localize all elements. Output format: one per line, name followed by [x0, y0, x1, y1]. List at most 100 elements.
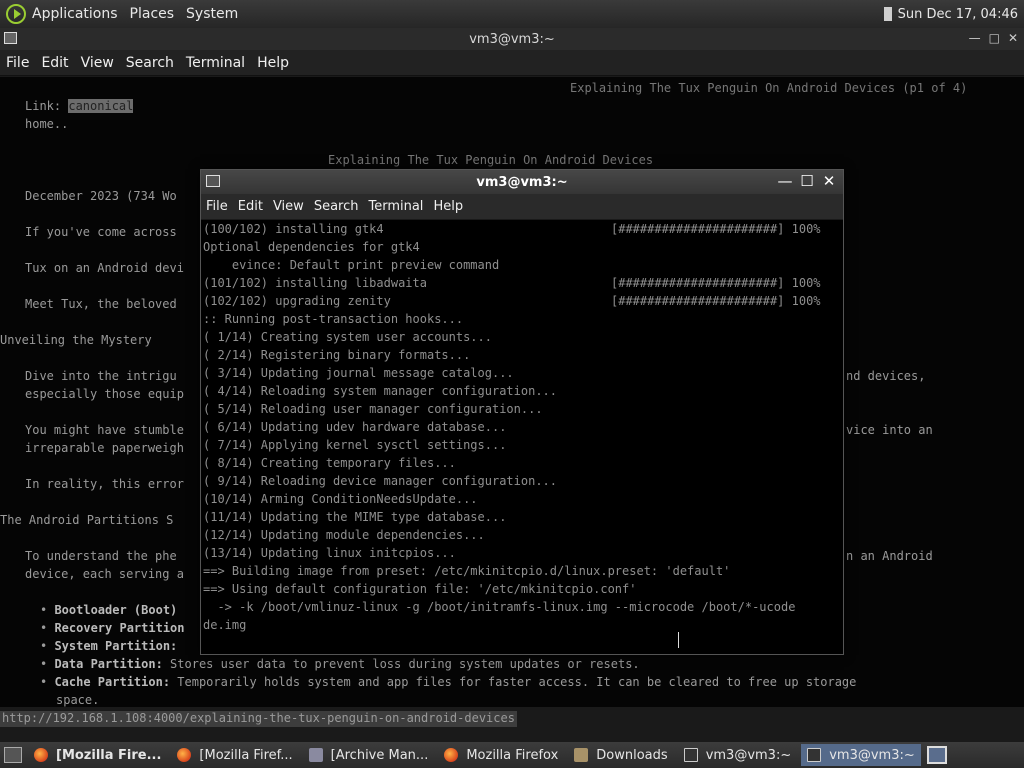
terminal-line: ( 7/14) Applying kernel sysctl settings.…: [203, 438, 507, 452]
section-heading: The Android Partitions S: [0, 513, 174, 527]
fg-terminal-content[interactable]: (100/102) installing gtk4 [#############…: [201, 220, 843, 654]
menu-file[interactable]: File: [6, 55, 29, 71]
progress-bar: [######################] 100%: [611, 276, 821, 290]
close-icon[interactable]: ✕: [821, 172, 837, 190]
terminal-line: ( 6/14) Updating udev hardware database.…: [203, 420, 507, 434]
firefox-icon: [34, 748, 48, 762]
terminal-line: -> -k /boot/vmlinuz-linux -g /boot/initr…: [203, 600, 796, 614]
progress-bar: [######################] 100%: [611, 222, 821, 236]
task-firefox-1[interactable]: [Mozilla Fire...: [28, 744, 167, 766]
canonical-link[interactable]: canonical: [68, 99, 134, 113]
terminal-icon: [683, 748, 698, 762]
home-link[interactable]: home..: [25, 117, 68, 131]
task-downloads[interactable]: Downloads: [568, 744, 673, 766]
text-line: irreparable paperweigh: [25, 441, 184, 455]
terminal-line: Optional dependencies for gtk4: [203, 240, 420, 254]
terminal-line: de.img: [203, 618, 247, 632]
task-archive-manager[interactable]: [Archive Man...: [303, 744, 435, 766]
terminal-line: (10/14) Arming ConditionNeedsUpdate...: [203, 492, 478, 506]
firefox-icon: [444, 748, 459, 762]
terminal-window-icon[interactable]: [206, 175, 220, 187]
page-header: Explaining The Tux Penguin On Android De…: [570, 81, 968, 95]
terminal-line: :: Running post-transaction hooks...: [203, 312, 464, 326]
fg-window-controls: — ☐ ✕: [777, 172, 837, 190]
applications-menu[interactable]: Applications: [32, 6, 118, 22]
terminal-line: ==> Using default configuration file: '/…: [203, 582, 637, 596]
battery-icon[interactable]: [883, 7, 892, 21]
list-item: • Cache Partition: Temporarily holds sys…: [40, 675, 857, 689]
task-terminal-1[interactable]: vm3@vm3:~: [678, 744, 798, 766]
workspace-switcher-icon[interactable]: [926, 746, 947, 764]
terminal-line: ( 9/14) Reloading device manager configu…: [203, 474, 558, 488]
list-item: • Data Partition: Stores user data to pr…: [40, 657, 640, 671]
minimize-icon[interactable]: —: [777, 172, 793, 190]
firefox-icon: [177, 748, 192, 762]
clock[interactable]: Sun Dec 17, 04:46: [898, 7, 1018, 22]
text-line: especially those equip: [25, 387, 184, 401]
list-item: • Bootloader (Boot): [40, 603, 178, 617]
text-line: December 2023 (734 Wo: [25, 189, 177, 203]
menu-help[interactable]: Help: [257, 55, 289, 71]
menu-view[interactable]: View: [81, 55, 114, 71]
fg-window-menubar: File Edit View Search Terminal Help: [201, 194, 843, 220]
fg-terminal-window[interactable]: vm3@vm3:~ — ☐ ✕ File Edit View Search Te…: [200, 169, 844, 655]
bg-window-controls: — □ ✕: [969, 31, 1018, 45]
task-firefox-3[interactable]: Mozilla Firefox: [438, 744, 564, 766]
terminal-line: (12/14) Updating module dependencies...: [203, 528, 485, 542]
text-line: Tux on an Android devi: [25, 261, 184, 275]
menu-edit[interactable]: Edit: [41, 55, 68, 71]
link-label: Link: canonical: [25, 99, 134, 113]
maximize-icon[interactable]: □: [989, 31, 1000, 45]
bg-window-title: vm3@vm3:~: [469, 31, 555, 47]
fg-window-title: vm3@vm3:~: [476, 174, 568, 190]
text-cursor-icon: [678, 632, 680, 648]
text-line: device, each serving a: [25, 567, 184, 581]
terminal-line: ( 2/14) Registering binary formats...: [203, 348, 471, 362]
menu-edit[interactable]: Edit: [238, 199, 263, 214]
text-line: Meet Tux, the beloved: [25, 297, 177, 311]
text-line: If you've come across: [25, 225, 177, 239]
terminal-line: ( 3/14) Updating journal message catalog…: [203, 366, 514, 380]
top-panel: Applications Places System Sun Dec 17, 0…: [0, 0, 1024, 28]
list-item: • System Partition:: [40, 639, 178, 653]
places-menu[interactable]: Places: [130, 6, 175, 22]
text-line: Dive into the intrigu: [25, 369, 177, 383]
taskbar: [Mozilla Fire... [Mozilla Firef... [Arch…: [0, 742, 1024, 768]
task-terminal-2[interactable]: vm3@vm3:~: [801, 744, 921, 766]
task-firefox-2[interactable]: [Mozilla Firef...: [171, 744, 298, 766]
text-line: To understand the phe: [25, 549, 177, 563]
bg-window-titlebar[interactable]: vm3@vm3:~ — □ ✕: [0, 28, 1024, 50]
terminal-line: ( 1/14) Creating system user accounts...: [203, 330, 492, 344]
terminal-line: ( 5/14) Reloading user manager configura…: [203, 402, 543, 416]
section-heading: Unveiling the Mystery: [0, 333, 152, 347]
text-line: n an Android: [846, 549, 933, 563]
menu-view[interactable]: View: [273, 199, 304, 214]
menu-help[interactable]: Help: [433, 199, 463, 214]
system-menu[interactable]: System: [186, 6, 238, 22]
maximize-icon[interactable]: ☐: [799, 172, 815, 190]
menu-terminal[interactable]: Terminal: [368, 199, 423, 214]
system-logo-icon[interactable]: [6, 4, 26, 24]
terminal-window-icon[interactable]: [4, 32, 17, 44]
terminal-line: (102/102) upgrading zenity: [203, 294, 391, 308]
text-line: space.: [56, 693, 100, 707]
menu-search[interactable]: Search: [314, 199, 359, 214]
fg-window-titlebar[interactable]: vm3@vm3:~ — ☐ ✕: [201, 170, 843, 194]
show-desktop-icon[interactable]: [4, 747, 22, 763]
terminal-line: (100/102) installing gtk4: [203, 222, 384, 236]
menu-file[interactable]: File: [206, 199, 228, 214]
menu-search[interactable]: Search: [126, 55, 174, 71]
terminal-line: ( 8/14) Creating temporary files...: [203, 456, 456, 470]
terminal-line: (101/102) installing libadwaita: [203, 276, 427, 290]
terminal-line: ==> Building image from preset: /etc/mki…: [203, 564, 731, 578]
close-icon[interactable]: ✕: [1008, 31, 1018, 45]
text-line: nd devices,: [846, 369, 926, 383]
folder-icon: [574, 748, 589, 762]
menu-terminal[interactable]: Terminal: [186, 55, 245, 71]
terminal-line: (11/14) Updating the MIME type database.…: [203, 510, 507, 524]
terminal-line: ( 4/14) Reloading system manager configu…: [203, 384, 558, 398]
text-line: You might have stumble: [25, 423, 184, 437]
list-item: • Recovery Partition: [40, 621, 185, 635]
terminal-icon: [807, 748, 822, 762]
minimize-icon[interactable]: —: [969, 31, 981, 45]
